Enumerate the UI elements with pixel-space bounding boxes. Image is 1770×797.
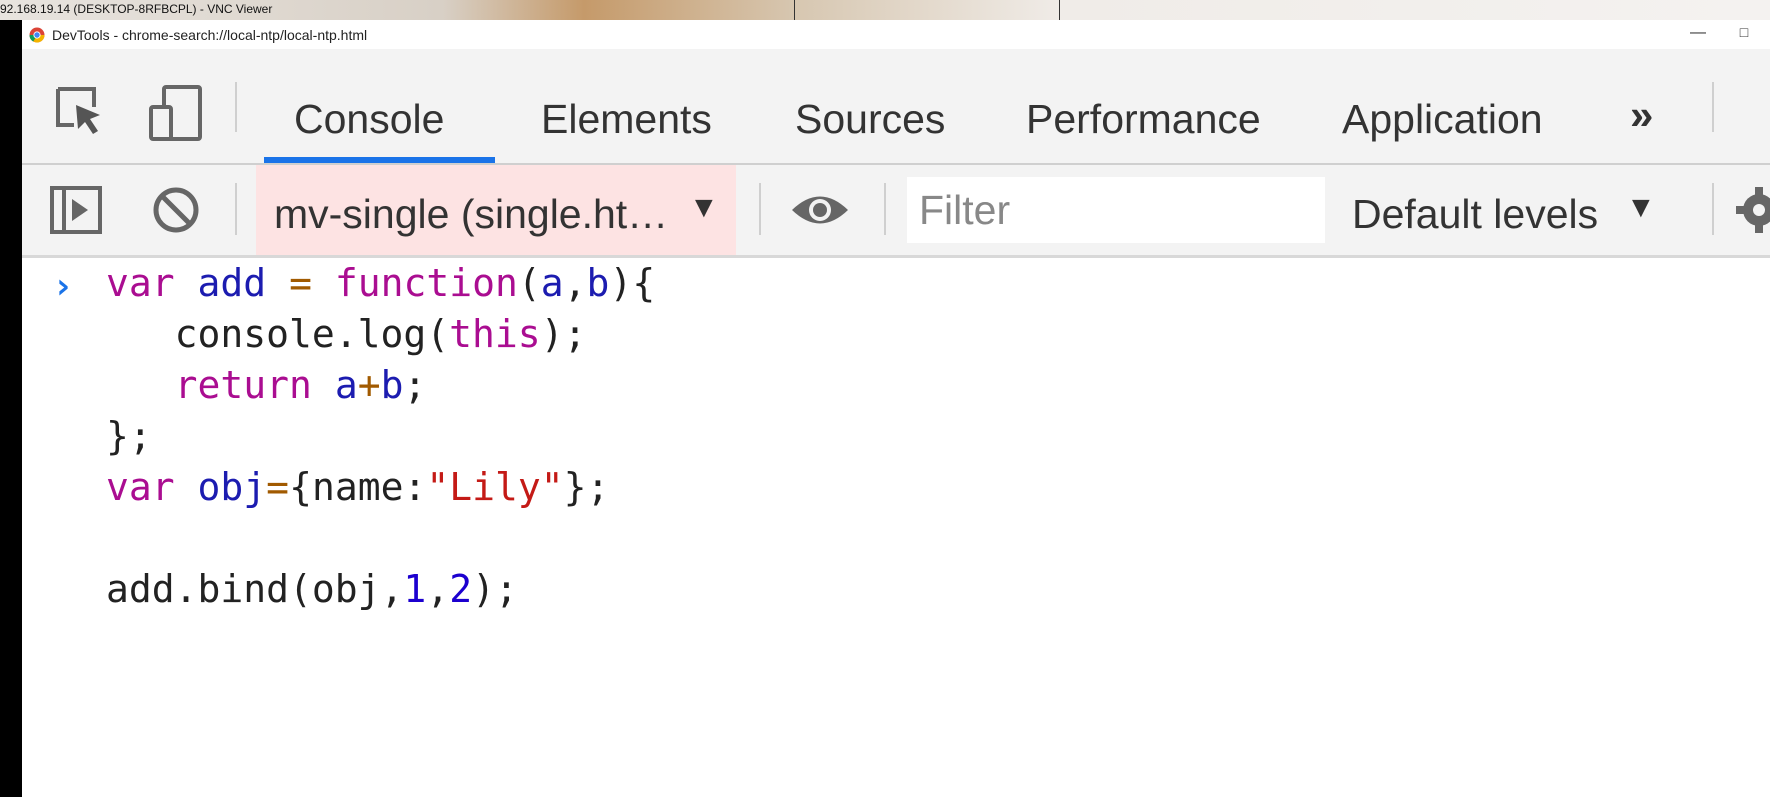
vnc-title: 92.168.19.14 (DESKTOP-8RFBCPL) - VNC Vie… bbox=[0, 2, 273, 16]
minimize-button[interactable]: — bbox=[1688, 24, 1708, 44]
vnc-titlebar: 92.168.19.14 (DESKTOP-8RFBCPL) - VNC Vie… bbox=[0, 0, 1770, 20]
eye-icon[interactable] bbox=[790, 189, 850, 231]
code-line: var add = function(a,b){ bbox=[106, 261, 656, 305]
console-input-code[interactable]: var add = function(a,b){ console.log(thi… bbox=[106, 258, 655, 615]
code-line: var obj={name:"Lily"}; bbox=[106, 465, 610, 509]
tabbar-separator bbox=[235, 82, 237, 132]
code-line: console.log(this); bbox=[106, 312, 587, 356]
filter-input[interactable] bbox=[907, 177, 1325, 243]
active-tab-indicator bbox=[264, 157, 495, 163]
chrome-logo-icon bbox=[29, 27, 45, 43]
clear-console-icon[interactable] bbox=[152, 186, 200, 234]
chevron-down-icon[interactable]: ▼ bbox=[1626, 191, 1656, 225]
code-line: add.bind(obj,1,2); bbox=[106, 567, 518, 611]
code-line: return a+b; bbox=[174, 363, 427, 407]
tab-application[interactable]: Application bbox=[1342, 96, 1543, 143]
sidebar-toggle-icon[interactable] bbox=[50, 186, 102, 234]
gear-icon[interactable] bbox=[1734, 185, 1770, 235]
console-output[interactable]: › var add = function(a,b){ console.log(t… bbox=[22, 258, 1770, 797]
log-levels-dropdown[interactable]: Default levels bbox=[1352, 191, 1598, 238]
tab-console[interactable]: Console bbox=[294, 96, 444, 143]
toolbar-separator bbox=[759, 183, 761, 235]
tabbar-separator-right bbox=[1712, 82, 1714, 132]
window-title: DevTools - chrome-search://local-ntp/loc… bbox=[52, 27, 368, 43]
console-toolbar: mv-single (single.ht… ▼ Default levels ▼ bbox=[22, 165, 1770, 258]
devtools-tabbar: Console Elements Sources Performance App… bbox=[22, 49, 1770, 165]
toolbar-separator bbox=[1712, 183, 1714, 235]
device-toolbar-icon[interactable] bbox=[148, 85, 204, 143]
code-line: }; bbox=[106, 414, 152, 458]
vnc-toolbar-notch[interactable] bbox=[794, 0, 1060, 20]
maximize-button[interactable]: □ bbox=[1734, 24, 1754, 44]
toolbar-separator bbox=[235, 183, 237, 235]
tab-elements[interactable]: Elements bbox=[541, 96, 712, 143]
inspect-element-icon[interactable] bbox=[54, 85, 104, 143]
context-selector[interactable]: mv-single (single.ht… ▼ bbox=[256, 165, 736, 255]
tab-performance[interactable]: Performance bbox=[1026, 96, 1261, 143]
console-prompt-icon: › bbox=[52, 266, 74, 307]
devtools-window: DevTools - chrome-search://local-ntp/loc… bbox=[22, 20, 1770, 797]
chevron-down-icon: ▼ bbox=[689, 191, 719, 224]
left-border bbox=[0, 20, 22, 797]
context-selector-label: mv-single (single.ht… bbox=[274, 191, 669, 237]
window-titlebar[interactable]: DevTools - chrome-search://local-ntp/loc… bbox=[22, 20, 1770, 50]
tab-sources[interactable]: Sources bbox=[795, 96, 945, 143]
toolbar-separator bbox=[884, 183, 886, 235]
more-tabs-button[interactable]: » bbox=[1630, 91, 1653, 139]
